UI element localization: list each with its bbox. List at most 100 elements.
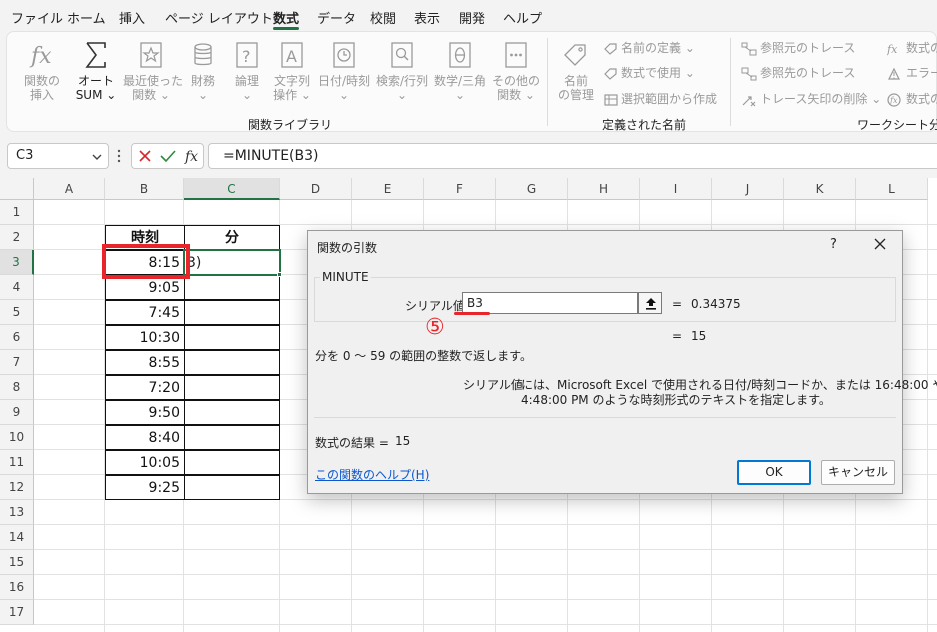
svg-text:A: A — [286, 47, 297, 66]
time-cell[interactable]: 9:50 — [105, 400, 185, 425]
formula-result-label: 数式の結果 = — [315, 436, 389, 450]
row-header-3[interactable]: 3 — [0, 250, 34, 275]
tab-formulas[interactable]: 数式 — [273, 8, 299, 27]
minute-cell[interactable] — [184, 375, 280, 400]
column-header-c[interactable]: C — [184, 178, 280, 200]
trace-dependents-button[interactable]: 参照先のトレース — [741, 64, 855, 82]
header-minute-cell[interactable]: 分 — [184, 225, 280, 250]
column-header-f[interactable]: F — [424, 178, 496, 200]
row-header-17[interactable]: 17 — [0, 600, 34, 625]
text-a-icon: A — [281, 42, 303, 68]
financial-button[interactable]: 財務 ⌄ — [185, 40, 221, 102]
active-cell-c3[interactable] — [183, 249, 281, 276]
create-from-selection-button[interactable]: 選択範囲から作成 — [604, 90, 717, 108]
fx-icon[interactable]: fx — [184, 147, 202, 165]
ok-button[interactable]: OK — [737, 460, 811, 485]
column-header-i[interactable]: I — [640, 178, 712, 200]
insert-function-button[interactable]: fx 関数の 挿入 — [21, 40, 63, 102]
row-header-9[interactable]: 9 — [0, 400, 34, 425]
close-icon[interactable] — [870, 234, 890, 254]
dialog-help-button[interactable]: ? — [830, 237, 837, 252]
show-formulas-button[interactable]: fx 数式の — [886, 39, 937, 57]
evaluate-formula-button[interactable]: fx 数式の — [887, 90, 937, 108]
column-header-d[interactable]: D — [280, 178, 352, 200]
menu-bar: ファイル ホーム 挿入 ページ レイアウト 数式 データ 校閲 表示 開発 ヘル… — [0, 0, 937, 30]
time-cell[interactable]: 10:05 — [105, 450, 185, 475]
tag-icon — [564, 44, 586, 66]
autosum-button[interactable]: オート SUM ⌄ — [73, 40, 119, 102]
remove-arrows-button[interactable]: トレース矢印の削除 ⌄ — [741, 90, 881, 108]
recently-used-button[interactable]: 最近使った 関数 ⌄ — [123, 40, 183, 102]
fill-handle[interactable] — [277, 272, 282, 277]
row-header-7[interactable]: 7 — [0, 350, 34, 375]
cancel-button[interactable]: キャンセル — [821, 460, 895, 485]
row-header-12[interactable]: 12 — [0, 475, 34, 500]
collapse-dialog-button[interactable] — [638, 292, 662, 314]
text-functions-button[interactable]: A 文字列 操作 ⌄ — [269, 40, 315, 102]
function-help-link[interactable]: この関数のヘルプ(H) — [315, 466, 429, 483]
math-trig-button[interactable]: 数学/三角 ⌄ — [432, 40, 488, 102]
time-cell[interactable]: 8:40 — [105, 425, 185, 450]
time-cell[interactable]: 7:20 — [105, 375, 185, 400]
datetime-button[interactable]: 日付/時刻 ⌄ — [316, 40, 372, 102]
row-header-14[interactable]: 14 — [0, 525, 34, 550]
name-manager-button[interactable]: 名前 の管理 — [556, 40, 596, 102]
error-checking-button[interactable]: エラー — [887, 64, 937, 82]
minute-cell[interactable] — [184, 400, 280, 425]
more-options-icon[interactable] — [115, 148, 123, 164]
column-header-j[interactable]: J — [712, 178, 784, 200]
row-header-1[interactable]: 1 — [0, 200, 34, 225]
minute-cell[interactable] — [184, 475, 280, 500]
tab-data[interactable]: データ — [317, 8, 356, 27]
column-header-h[interactable]: H — [568, 178, 640, 200]
minute-cell[interactable] — [184, 325, 280, 350]
tab-file[interactable]: ファイル — [11, 8, 63, 27]
formula-input[interactable]: =MINUTE(B3) — [208, 143, 937, 169]
cancel-x-icon[interactable] — [138, 149, 152, 163]
show-formulas-icon: fx — [886, 43, 898, 56]
column-header-e[interactable]: E — [352, 178, 424, 200]
row-header-15[interactable]: 15 — [0, 550, 34, 575]
minute-cell[interactable] — [184, 275, 280, 300]
time-cell[interactable]: 9:25 — [105, 475, 185, 500]
tab-help[interactable]: ヘルプ — [503, 8, 542, 27]
column-header-k[interactable]: K — [784, 178, 856, 200]
column-header-l[interactable]: L — [856, 178, 928, 200]
time-cell[interactable]: 7:45 — [105, 300, 185, 325]
minute-cell[interactable] — [184, 350, 280, 375]
tab-insert[interactable]: 挿入 — [119, 8, 145, 27]
row-header-4[interactable]: 4 — [0, 275, 34, 300]
logical-button[interactable]: ? 論理 ⌄ — [229, 40, 265, 102]
enter-check-icon[interactable] — [160, 149, 176, 163]
dialog-title: 関数の引数 — [317, 241, 378, 255]
row-header-2[interactable]: 2 — [0, 225, 34, 250]
serial-value-input[interactable]: B3 — [462, 292, 638, 314]
tab-developer[interactable]: 開発 — [459, 8, 485, 27]
row-header-8[interactable]: 8 — [0, 375, 34, 400]
time-cell[interactable]: 8:55 — [105, 350, 185, 375]
define-name-button[interactable]: 名前の定義 ⌄ — [604, 39, 695, 57]
column-header-b[interactable]: B — [105, 178, 184, 200]
minute-cell[interactable] — [184, 300, 280, 325]
minute-cell[interactable] — [184, 450, 280, 475]
row-header-13[interactable]: 13 — [0, 500, 34, 525]
tab-page-layout[interactable]: ページ レイアウト — [165, 8, 273, 27]
minute-cell[interactable] — [184, 425, 280, 450]
select-all-corner[interactable] — [0, 178, 34, 200]
name-box[interactable]: C3 — [7, 143, 109, 169]
trace-precedents-button[interactable]: 参照元のトレース — [741, 39, 855, 57]
lookup-button[interactable]: 検索/行列 ⌄ — [374, 40, 430, 102]
row-header-10[interactable]: 10 — [0, 425, 34, 450]
row-header-6[interactable]: 6 — [0, 325, 34, 350]
tab-home[interactable]: ホーム — [67, 8, 106, 27]
use-in-formula-button[interactable]: 数式で使用 ⌄ — [604, 64, 695, 82]
row-header-5[interactable]: 5 — [0, 300, 34, 325]
tab-review[interactable]: 校閲 — [370, 8, 396, 27]
more-functions-button[interactable]: その他の 関数 ⌄ — [491, 40, 541, 102]
tab-view[interactable]: 表示 — [414, 8, 440, 27]
column-header-a[interactable]: A — [34, 178, 105, 200]
column-header-g[interactable]: G — [496, 178, 568, 200]
time-cell[interactable]: 10:30 — [105, 325, 185, 350]
row-header-16[interactable]: 16 — [0, 575, 34, 600]
row-header-11[interactable]: 11 — [0, 450, 34, 475]
